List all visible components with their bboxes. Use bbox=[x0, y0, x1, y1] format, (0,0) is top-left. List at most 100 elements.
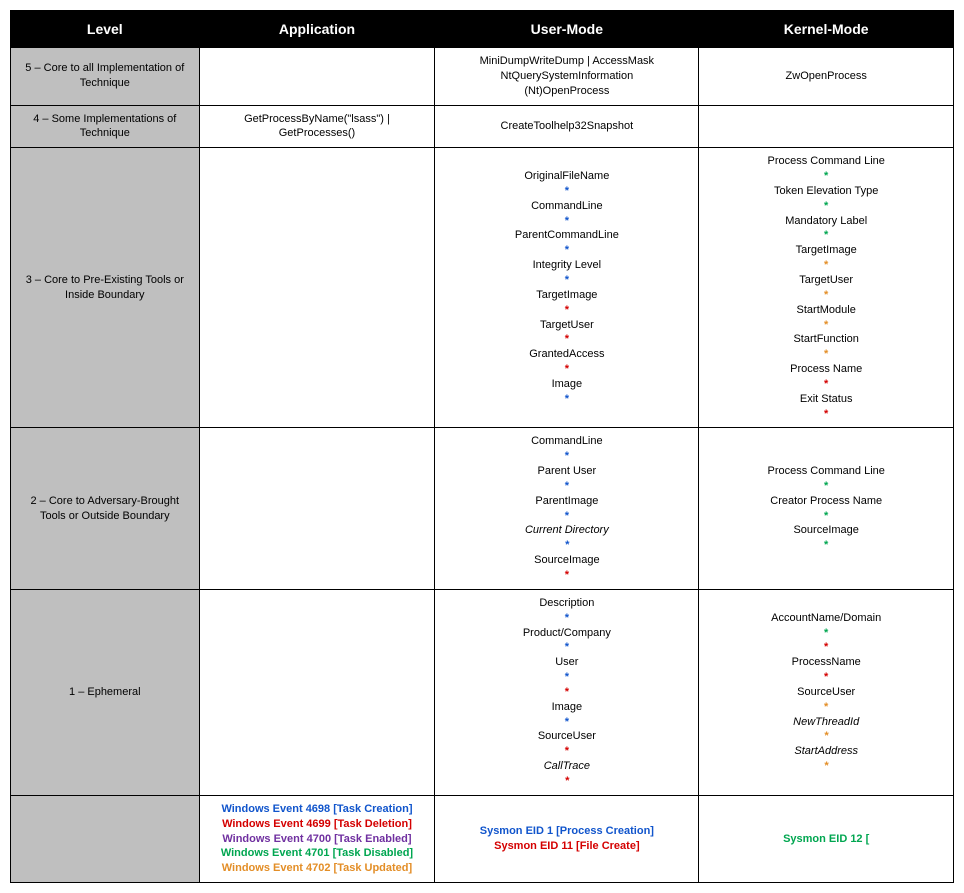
col-level: Level bbox=[11, 11, 200, 48]
star-icon: * bbox=[443, 449, 690, 464]
table-row: 4 – Some Implementations of TechniqueGet… bbox=[11, 105, 954, 148]
star-icon: * bbox=[707, 729, 945, 744]
cell-line: CommandLine* bbox=[443, 434, 690, 464]
star-icon: * bbox=[443, 332, 690, 347]
star-icon: * bbox=[707, 538, 945, 553]
level-cell: 4 – Some Implementations of Technique bbox=[11, 105, 200, 148]
star-icon: * bbox=[707, 479, 945, 494]
star-icon: * bbox=[707, 258, 945, 273]
star-icon: * bbox=[707, 407, 945, 422]
application-cell bbox=[199, 589, 435, 795]
cell-line: CommandLine* bbox=[443, 199, 690, 229]
star-icon: * bbox=[707, 670, 945, 685]
star-icon: * bbox=[443, 611, 690, 626]
cell-line: Process Command Line* bbox=[707, 464, 945, 494]
star-icon: * bbox=[443, 273, 690, 288]
application-cell bbox=[199, 48, 435, 106]
cell-line: User** bbox=[443, 655, 690, 700]
table-row: 3 – Core to Pre-Existing Tools or Inside… bbox=[11, 148, 954, 428]
cell-line: OriginalFileName* bbox=[443, 169, 690, 199]
cell-line: Product/Company* bbox=[443, 626, 690, 656]
cell-line: Windows Event 4699 [Task Deletion] bbox=[208, 817, 427, 832]
col-application: Application bbox=[199, 11, 435, 48]
cell-line: Image* bbox=[443, 377, 690, 407]
cell-line: Sysmon EID 1 [Process Creation] bbox=[443, 824, 690, 839]
star-icon: * bbox=[443, 362, 690, 377]
application-cell bbox=[199, 428, 435, 589]
cell-line: Windows Event 4698 [Task Creation] bbox=[208, 802, 427, 817]
cell-line: TargetImage* bbox=[707, 243, 945, 273]
cell-line: Sysmon EID 12 [ bbox=[707, 832, 945, 847]
cell-line: GrantedAccess* bbox=[443, 347, 690, 377]
cell-line: Parent User* bbox=[443, 464, 690, 494]
application-cell bbox=[199, 148, 435, 428]
star-icon: * bbox=[707, 228, 945, 243]
kernel-mode-cell: ZwOpenProcess bbox=[699, 48, 954, 106]
star-icon: * bbox=[443, 214, 690, 229]
cell-line: CreateToolhelp32Snapshot bbox=[443, 119, 690, 134]
cell-line: TargetUser* bbox=[443, 318, 690, 348]
col-user-mode: User-Mode bbox=[435, 11, 699, 48]
star-icon: * bbox=[443, 685, 690, 700]
table-row: 1 – Ephemeral Description*Product/Company… bbox=[11, 589, 954, 795]
cell-line: NewThreadId* bbox=[707, 715, 945, 745]
cell-line: ParentCommandLine* bbox=[443, 228, 690, 258]
cell-line: Description* bbox=[443, 596, 690, 626]
cell-line: Image* bbox=[443, 700, 690, 730]
cell-line: StartFunction* bbox=[707, 332, 945, 362]
kernel-mode-cell bbox=[699, 105, 954, 148]
star-icon: * bbox=[707, 640, 945, 655]
cell-line: ZwOpenProcess bbox=[707, 69, 945, 84]
user-mode-cell: Sysmon EID 1 [Process Creation]Sysmon EI… bbox=[435, 795, 699, 882]
star-icon: * bbox=[707, 169, 945, 184]
star-icon: * bbox=[443, 392, 690, 407]
cell-line: StartModule* bbox=[707, 303, 945, 333]
cell-line: AccountName/Domain** bbox=[707, 611, 945, 656]
cell-line: SourceImage* bbox=[707, 523, 945, 553]
cell-line: SourceUser* bbox=[443, 729, 690, 759]
table-row: 2 – Core to Adversary-Brought Tools or O… bbox=[11, 428, 954, 589]
cell-line: SourceUser* bbox=[707, 685, 945, 715]
cell-line: Creator Process Name* bbox=[707, 494, 945, 524]
user-mode-cell: OriginalFileName*CommandLine*ParentComma… bbox=[435, 148, 699, 428]
cell-line: NtQuerySystemInformation bbox=[443, 69, 690, 84]
level-cell: 3 – Core to Pre-Existing Tools or Inside… bbox=[11, 148, 200, 428]
level-cell: 1 – Ephemeral bbox=[11, 589, 200, 795]
cell-line: Windows Event 4701 [Task Disabled] bbox=[208, 846, 427, 861]
application-cell: GetProcessByName("lsass") | GetProcesses… bbox=[199, 105, 435, 148]
cell-line: StartAddress* bbox=[707, 744, 945, 774]
cell-line: MiniDumpWriteDump | AccessMask bbox=[443, 54, 690, 69]
levels-table: Level Application User-Mode Kernel-Mode … bbox=[10, 10, 954, 883]
cell-line: TargetUser* bbox=[707, 273, 945, 303]
star-icon: * bbox=[707, 318, 945, 333]
star-icon: * bbox=[443, 670, 690, 685]
cell-line: Windows Event 4700 [Task Enabled] bbox=[208, 832, 427, 847]
cell-line: Process Command Line* bbox=[707, 154, 945, 184]
cell-line: Process Name* bbox=[707, 362, 945, 392]
cell-line: Token Elevation Type* bbox=[707, 184, 945, 214]
user-mode-cell: CommandLine*Parent User*ParentImage*Curr… bbox=[435, 428, 699, 589]
star-icon: * bbox=[443, 184, 690, 199]
star-icon: * bbox=[443, 509, 690, 524]
star-icon: * bbox=[707, 509, 945, 524]
kernel-mode-cell: AccountName/Domain**ProcessName*SourceUs… bbox=[699, 589, 954, 795]
user-mode-cell: Description*Product/Company*User**Image*… bbox=[435, 589, 699, 795]
user-mode-cell: MiniDumpWriteDump | AccessMaskNtQuerySys… bbox=[435, 48, 699, 106]
kernel-mode-cell: Sysmon EID 12 [ bbox=[699, 795, 954, 882]
kernel-mode-cell: Process Command Line*Creator Process Nam… bbox=[699, 428, 954, 589]
star-icon: * bbox=[443, 243, 690, 258]
cell-line: SourceImage* bbox=[443, 553, 690, 583]
cell-line: ParentImage* bbox=[443, 494, 690, 524]
star-icon: * bbox=[707, 700, 945, 715]
star-icon: * bbox=[443, 744, 690, 759]
cell-line: Integrity Level* bbox=[443, 258, 690, 288]
star-icon: * bbox=[443, 715, 690, 730]
user-mode-cell: CreateToolhelp32Snapshot bbox=[435, 105, 699, 148]
table-row: 5 – Core to all Implementation of Techni… bbox=[11, 48, 954, 106]
cell-line: TargetImage* bbox=[443, 288, 690, 318]
level-cell: 2 – Core to Adversary-Brought Tools or O… bbox=[11, 428, 200, 589]
star-icon: * bbox=[443, 568, 690, 583]
cell-line: Sysmon EID 11 [File Create] bbox=[443, 839, 690, 854]
cell-line: Windows Event 4702 [Task Updated] bbox=[208, 861, 427, 876]
cell-line: CallTrace* bbox=[443, 759, 690, 789]
